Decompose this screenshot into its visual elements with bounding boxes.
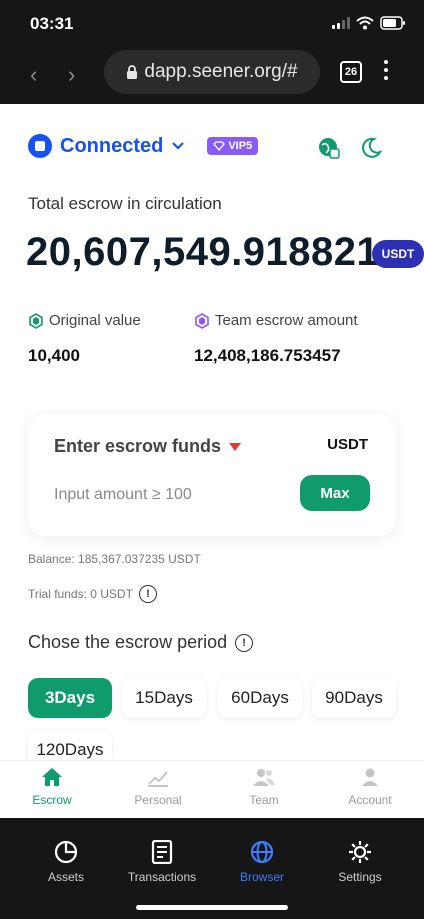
chart-icon: [148, 771, 168, 787]
team-escrow-value: 12,408,186.753457: [194, 346, 341, 365]
team-escrow-label: Team escrow amount: [194, 312, 358, 329]
signal-icon: [332, 17, 350, 29]
escrow-period-label: Chose the escrow period: [28, 632, 228, 652]
tabs-button[interactable]: 26: [340, 61, 362, 83]
browser-tab-browser[interactable]: Browser: [214, 840, 310, 884]
nav-escrow[interactable]: Escrow: [12, 767, 92, 807]
hexagon-icon: [29, 312, 43, 329]
gear-icon: [349, 841, 371, 863]
browser-tab-assets[interactable]: Assets: [18, 840, 114, 884]
hexagon-icon: [195, 312, 209, 329]
escrow-input-card: Enter escrow funds USDT Max: [28, 414, 396, 536]
status-time: 03:31: [30, 14, 74, 33]
battery-icon: [380, 16, 405, 30]
nav-account[interactable]: Account: [330, 767, 410, 807]
total-escrow-value: 20,607,549.918821: [26, 230, 380, 274]
home-indicator: [136, 905, 288, 910]
address-bar[interactable]: dapp.seener.org/#: [104, 50, 320, 94]
url-text: dapp.seener.org/#: [144, 61, 298, 82]
header-actions: [318, 137, 382, 159]
person-icon: [362, 768, 378, 786]
browser-chrome: 03:31 ‹ › dapp.seener.org/# 26: [0, 0, 424, 104]
nav-team[interactable]: Team: [224, 767, 304, 807]
amount-input[interactable]: [54, 480, 274, 510]
wallet-connection[interactable]: Connected VIP5: [28, 134, 259, 158]
dapp-bottom-nav: Escrow Personal Team Account: [0, 760, 424, 818]
trial-funds-row: Trial funds: 0 USDT !: [28, 585, 157, 603]
original-value-label: Original value: [28, 312, 141, 329]
period-option-15days[interactable]: 15Days: [122, 678, 206, 718]
escrow-funds-dropdown[interactable]: Enter escrow funds: [54, 436, 242, 457]
balance-text: Balance: 185,367.037235 USDT: [28, 552, 201, 566]
forward-button[interactable]: ›: [68, 62, 75, 88]
vip-badge: VIP5: [207, 137, 259, 155]
info-icon[interactable]: !: [138, 585, 157, 603]
document-icon: [151, 840, 173, 864]
connection-status: Connected: [60, 134, 164, 157]
coinbase-wallet-icon: [28, 134, 52, 158]
chevron-down-icon: [172, 142, 185, 150]
wifi-icon: [356, 16, 374, 30]
vip-label: VIP5: [228, 140, 253, 152]
lock-icon: [127, 65, 138, 79]
diamond-icon: [213, 141, 226, 151]
total-escrow-label: Total escrow in circulation: [28, 194, 222, 213]
escrow-funds-title: Enter escrow funds: [54, 436, 222, 456]
period-option-60days[interactable]: 60Days: [218, 678, 302, 718]
period-option-3days[interactable]: 3Days: [28, 678, 112, 718]
original-value: 10,400: [28, 346, 80, 365]
browser-tab-settings[interactable]: Settings: [312, 840, 408, 884]
home-icon: [42, 768, 62, 786]
more-menu-icon[interactable]: [384, 60, 388, 80]
language-globe-icon[interactable]: [318, 137, 340, 159]
nav-personal[interactable]: Personal: [118, 767, 198, 807]
browser-bottom-bar: Assets Transactions Browser Settings: [0, 818, 424, 919]
period-option-90days[interactable]: 90Days: [312, 678, 396, 718]
status-icons: [332, 16, 406, 30]
max-button[interactable]: Max: [300, 475, 370, 511]
globe-icon: [250, 840, 274, 864]
moon-icon[interactable]: [360, 137, 382, 159]
currency-badge: USDT: [372, 240, 424, 268]
team-icon: [253, 769, 275, 786]
back-button[interactable]: ‹: [30, 62, 37, 88]
trial-funds-text: Trial funds: 0 USDT: [28, 587, 133, 601]
pie-icon: [54, 840, 78, 864]
card-currency: USDT: [327, 436, 368, 453]
caret-down-icon: [229, 442, 242, 451]
escrow-period-title: Chose the escrow period !: [28, 632, 254, 653]
browser-tab-transactions[interactable]: Transactions: [114, 840, 210, 884]
info-icon[interactable]: !: [235, 633, 254, 652]
